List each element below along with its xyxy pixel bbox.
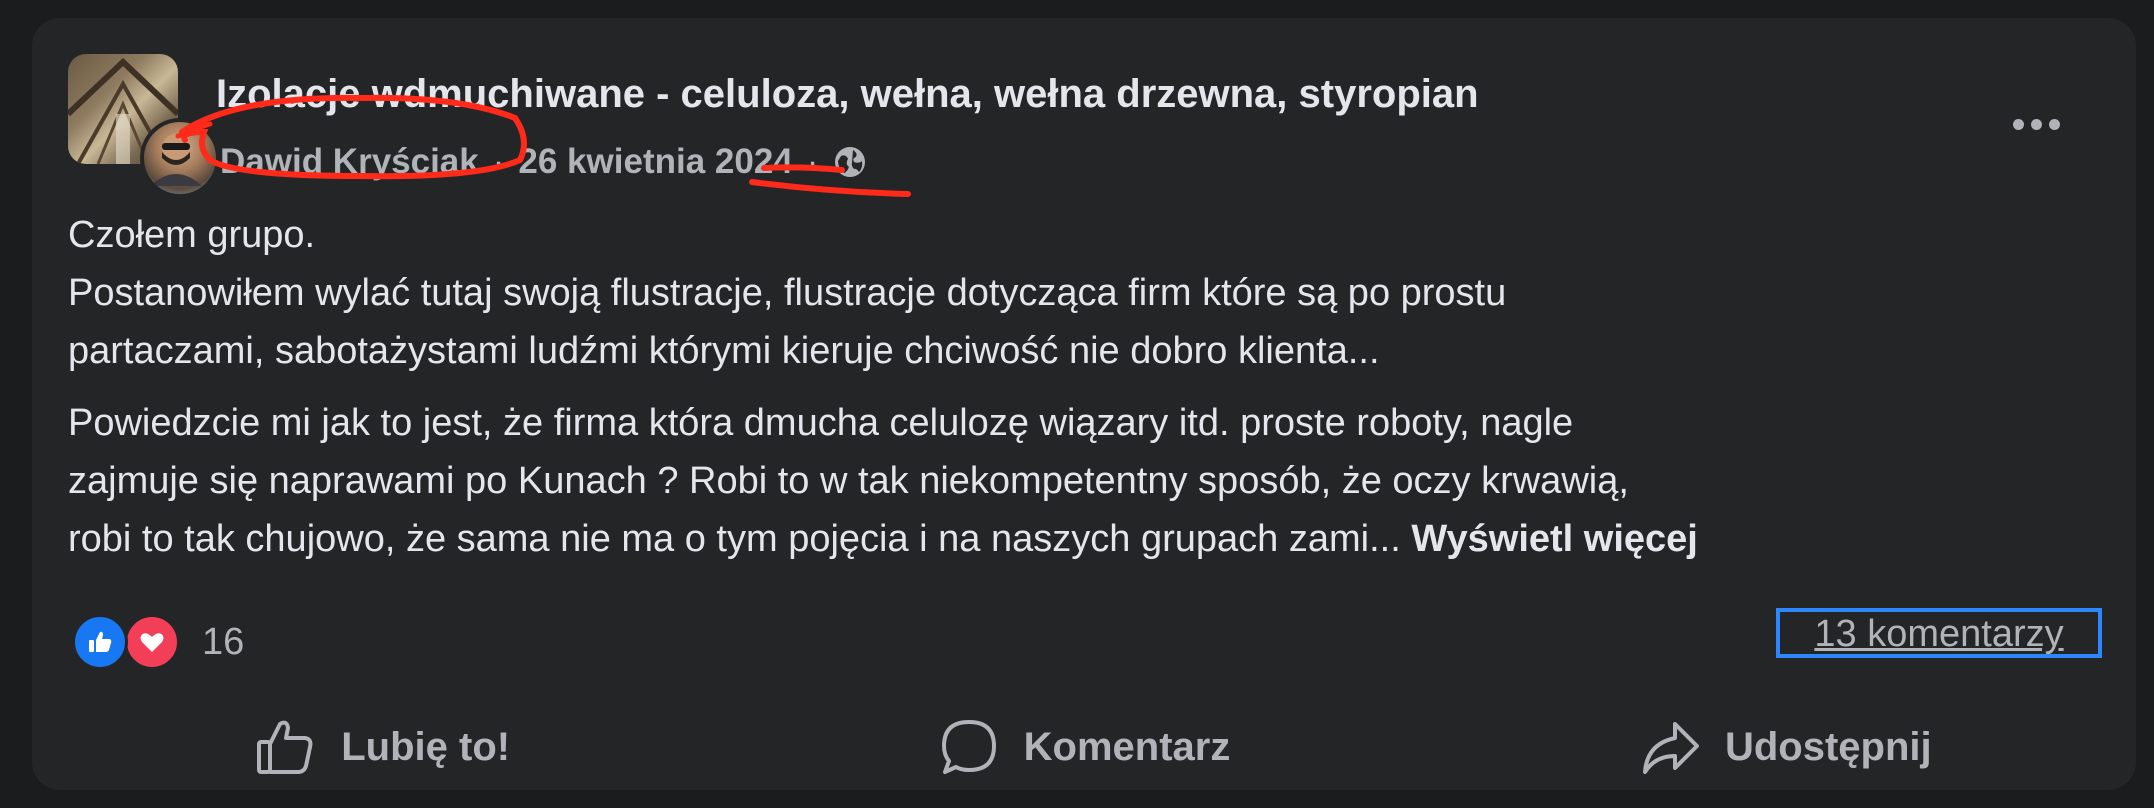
post-text-line: Powiedzcie mi jak to jest, że firma któr…	[68, 402, 1574, 444]
action-bar: Lubię to! Komentarz Udostępnij	[32, 702, 2136, 792]
post-text-truncated: robi to tak chujowo, że sama nie ma o ty…	[68, 518, 1401, 560]
comment-button[interactable]: Komentarz	[733, 702, 1434, 792]
post-card: Izolacje wdmuchiwane - celuloza, wełna, …	[32, 18, 2136, 790]
share-button[interactable]: Udostępnij	[1435, 702, 2136, 792]
reactions-count[interactable]: 16	[202, 621, 244, 664]
author-name-link[interactable]: Dawid Kryściak	[220, 142, 479, 182]
love-icon	[124, 614, 180, 670]
comment-button-label: Komentarz	[1023, 724, 1231, 769]
group-name-link[interactable]: Izolacje wdmuchiwane - celuloza, wełna, …	[216, 72, 1479, 117]
thumbs-up-icon	[257, 720, 313, 774]
post-body: Czołem grupo. Postanowiłem wylać tutaj s…	[68, 206, 2108, 568]
avatar-group[interactable]	[68, 54, 220, 198]
post-text-line: Czołem grupo.	[68, 214, 316, 256]
like-button-label: Lubię to!	[341, 724, 511, 769]
post-date-link[interactable]: 26 kwietnia 2024	[518, 142, 792, 182]
comments-count-link[interactable]: 13 komentarzy	[1776, 608, 2102, 658]
share-button-label: Udostępnij	[1724, 724, 1932, 769]
author-avatar[interactable]	[140, 118, 220, 198]
globe-icon	[832, 144, 868, 180]
like-button[interactable]: Lubię to!	[32, 702, 733, 792]
meta-separator: ·	[806, 142, 819, 181]
see-more-link[interactable]: Wyświetl więcej	[1411, 518, 1698, 560]
post-text-line: zajmuje się naprawami po Kunach ? Robi t…	[68, 460, 1629, 502]
post-text-line-last: robi to tak chujowo, że sama nie ma o ty…	[68, 510, 2108, 568]
post-text-line: partaczami, sabotażystami ludźmi którymi…	[68, 330, 1380, 372]
meta-separator: ·	[492, 142, 505, 181]
more-options-icon[interactable]	[2006, 104, 2066, 144]
like-icon	[72, 614, 128, 670]
post-text-line: Postanowiłem wylać tutaj swoją flustracj…	[68, 272, 1507, 314]
comment-bubble-icon	[941, 720, 996, 774]
reactions-summary[interactable]: 16	[72, 614, 244, 670]
post-meta: Dawid Kryściak · 26 kwietnia 2024 ·	[220, 142, 868, 182]
share-arrow-icon	[1642, 722, 1699, 774]
